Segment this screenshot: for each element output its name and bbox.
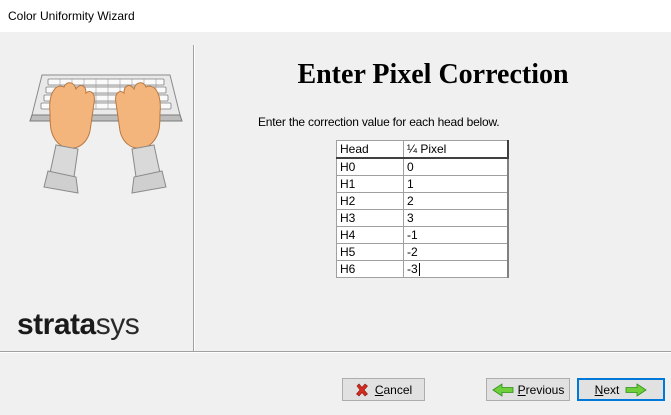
head-cell: H1 bbox=[336, 175, 404, 193]
arrow-left-icon bbox=[491, 382, 514, 397]
table-row: H6 -3 bbox=[336, 260, 509, 278]
window-title: Color Uniformity Wizard bbox=[8, 9, 135, 23]
pixel-value-cell[interactable]: 0 bbox=[403, 157, 509, 176]
head-cell: H4 bbox=[336, 226, 404, 244]
table-row: H2 2 bbox=[336, 192, 509, 210]
column-header-head[interactable]: Head bbox=[336, 140, 404, 159]
footer-divider bbox=[0, 351, 671, 352]
table-row: H5 -2 bbox=[336, 243, 509, 261]
next-button[interactable]: Next bbox=[577, 378, 665, 401]
cancel-label: Cancel bbox=[374, 382, 413, 397]
pixel-value-cell[interactable]: -1 bbox=[403, 226, 509, 244]
title-bar: Color Uniformity Wizard bbox=[0, 0, 671, 32]
page-title: Enter Pixel Correction bbox=[297, 59, 569, 90]
head-cell: H2 bbox=[336, 192, 404, 210]
pixel-value-cell-editing[interactable]: -3 bbox=[403, 260, 509, 278]
table-row: H0 0 bbox=[336, 157, 509, 176]
arrow-right-icon bbox=[625, 382, 648, 397]
pixel-value-cell[interactable]: -2 bbox=[403, 243, 509, 261]
wizard-content: Enter Pixel Correction Enter the correct… bbox=[195, 45, 671, 351]
head-cell: H6 bbox=[336, 260, 404, 278]
head-cell: H0 bbox=[336, 157, 404, 176]
red-x-icon bbox=[355, 383, 368, 396]
wizard-body: stratasys Enter Pixel Correction Enter t… bbox=[0, 32, 671, 415]
previous-label: Previous bbox=[517, 382, 565, 397]
instruction-text: Enter the correction value for each head… bbox=[258, 115, 500, 129]
pixel-value-cell[interactable]: 1 bbox=[403, 175, 509, 193]
next-label: Next bbox=[594, 382, 620, 397]
pixel-value-text: -3 bbox=[407, 261, 418, 276]
pixel-correction-grid: Head ¼ Pixel H0 0 H1 1 H2 2 H3 3 H4 -1 H… bbox=[336, 140, 509, 278]
text-caret bbox=[418, 263, 420, 277]
panel-divider bbox=[193, 45, 194, 351]
grid-header-row: Head ¼ Pixel bbox=[336, 140, 509, 159]
table-row: H4 -1 bbox=[336, 226, 509, 244]
wizard-sidebar: stratasys bbox=[10, 45, 192, 349]
head-cell: H3 bbox=[336, 209, 404, 227]
pixel-value-cell[interactable]: 3 bbox=[403, 209, 509, 227]
stratasys-logo: stratasys bbox=[17, 308, 140, 341]
keyboard-hands-illustration bbox=[29, 74, 183, 194]
column-header-quarter-pixel[interactable]: ¼ Pixel bbox=[403, 140, 509, 159]
head-cell: H5 bbox=[336, 243, 404, 261]
pixel-value-cell[interactable]: 2 bbox=[403, 192, 509, 210]
previous-button[interactable]: Previous bbox=[486, 378, 570, 401]
cancel-button[interactable]: Cancel bbox=[342, 378, 425, 401]
table-row: H1 1 bbox=[336, 175, 509, 193]
table-row: H3 3 bbox=[336, 209, 509, 227]
